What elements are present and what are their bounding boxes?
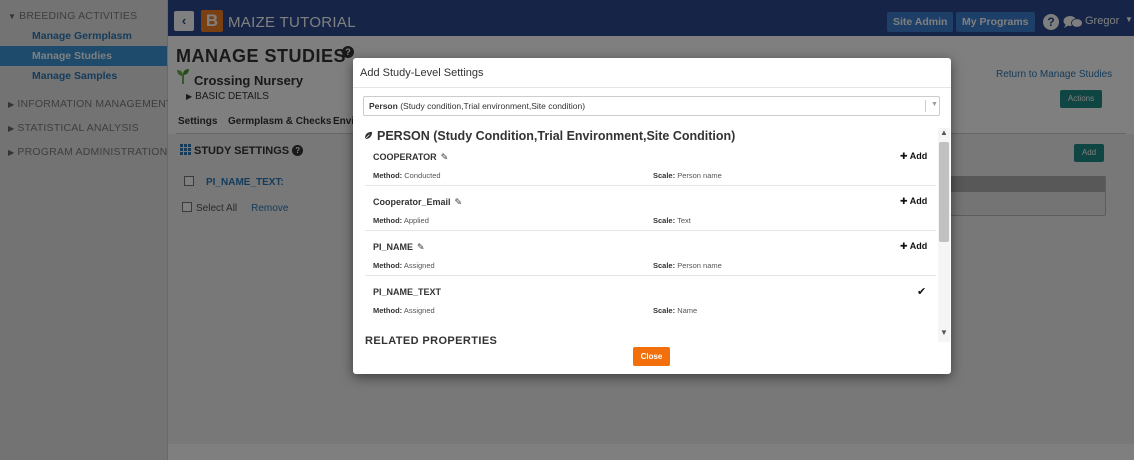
property-select[interactable]: Person (Study condition,Trial environmen… <box>363 96 940 116</box>
related-properties-heading: RELATED PROPERTIES <box>365 335 498 344</box>
variable-scale: Scale: Person name <box>653 261 722 270</box>
variable-method: Method: Assigned <box>373 261 435 270</box>
check-icon: ✔ <box>917 286 927 298</box>
chevron-up-icon[interactable]: ▲ <box>940 128 948 137</box>
add-variable-button[interactable]: ✚ Add <box>900 241 927 252</box>
variable-method: Method: Conducted <box>373 171 441 180</box>
chevron-down-icon[interactable]: ▼ <box>931 101 938 108</box>
add-variable-button[interactable]: ✚ Add <box>900 151 927 162</box>
add-study-settings-modal: Add Study-Level Settings Person (Study c… <box>353 58 951 374</box>
variables-scroll-area[interactable]: PERSON (Study Condition,Trial Environmen… <box>353 126 951 344</box>
pencil-icon[interactable]: ✎ <box>455 197 463 208</box>
close-button[interactable]: Close <box>633 347 670 366</box>
leaf-icon <box>364 131 373 140</box>
variable-row: PI_NAME ✎ Method: Assigned Scale: Person … <box>365 231 936 276</box>
modal-scrollbar[interactable]: ▲ ▼ <box>938 128 950 342</box>
plus-icon: ✚ <box>900 241 910 251</box>
variable-row: Cooperator_Email ✎ Method: Applied Scale:… <box>365 186 936 231</box>
variable-name: PI_NAME ✎ <box>373 242 425 253</box>
chevron-down-icon[interactable]: ▼ <box>940 328 948 337</box>
scrollbar-thumb[interactable] <box>939 142 949 242</box>
variable-scale: Scale: Person name <box>653 171 722 180</box>
plus-icon: ✚ <box>900 196 910 206</box>
modal-footer: Close <box>353 344 951 374</box>
variable-method: Method: Assigned <box>373 306 435 315</box>
pencil-icon[interactable]: ✎ <box>441 152 449 163</box>
variable-name: Cooperator_Email ✎ <box>373 197 463 208</box>
variable-scale: Scale: Name <box>653 306 698 315</box>
selected-property-name: Person <box>369 101 398 111</box>
plus-icon: ✚ <box>900 151 910 161</box>
variable-name: COOPERATOR ✎ <box>373 152 449 163</box>
modal-title: Add Study-Level Settings <box>360 67 484 79</box>
variable-row: PI_NAME_TEXT Method: Assigned Scale: Nam… <box>365 276 936 321</box>
modal-header: Add Study-Level Settings <box>353 58 951 88</box>
add-variable-button[interactable]: ✚ Add <box>900 196 927 207</box>
variable-name: PI_NAME_TEXT <box>373 287 442 297</box>
variable-row: COOPERATOR ✎ Method: Conducted Scale: Per… <box>365 141 936 186</box>
select-divider <box>925 100 926 112</box>
selected-property-detail: (Study condition,Trial environment,Site … <box>397 101 586 111</box>
variable-method: Method: Applied <box>373 216 429 225</box>
pencil-icon[interactable]: ✎ <box>417 242 425 253</box>
variable-scale: Scale: Text <box>653 216 691 225</box>
